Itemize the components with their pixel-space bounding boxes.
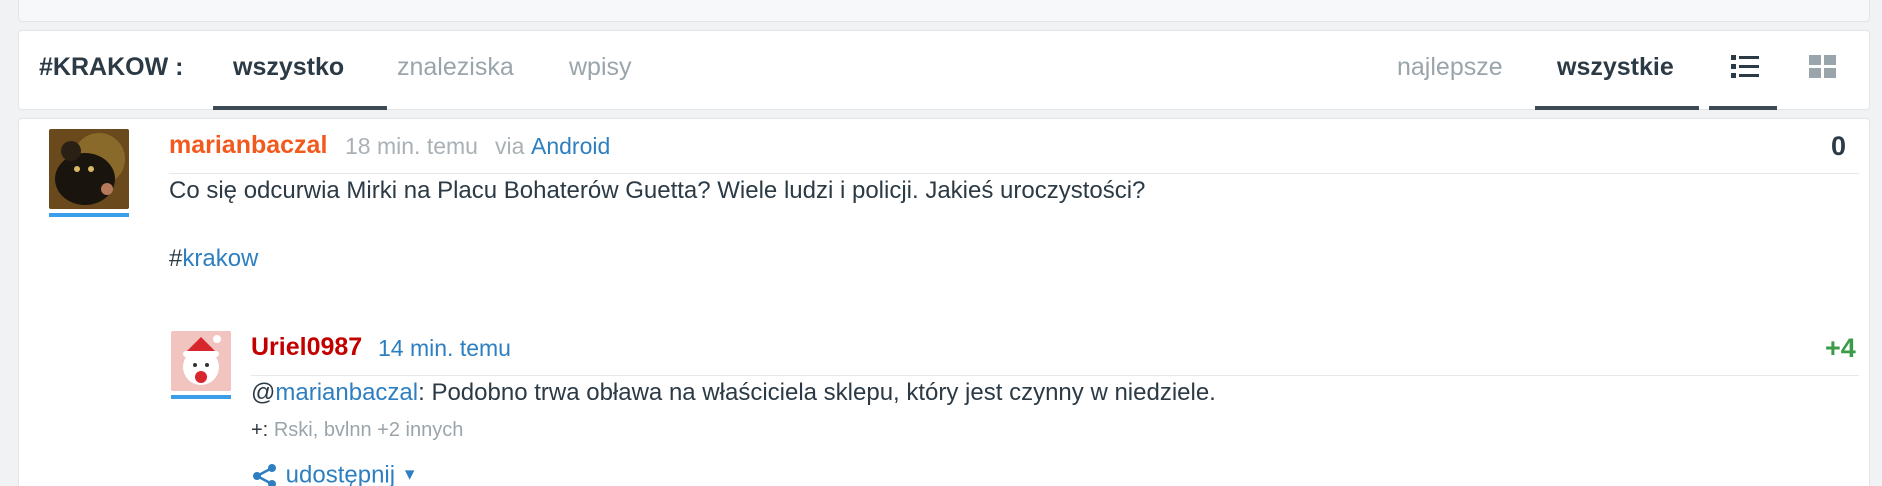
comment-text-row: @marianbaczal: Podobno trwa obława na wł… xyxy=(251,379,1216,407)
voters-row: +: Rski, bvlnn +2 innych xyxy=(251,419,463,442)
comment-avatar[interactable] xyxy=(171,331,231,391)
comment-divider xyxy=(251,375,1859,376)
entry-via-app[interactable]: Android xyxy=(531,133,610,160)
list-view-icon[interactable] xyxy=(1727,49,1763,85)
hashtag-link[interactable]: krakow xyxy=(182,245,258,272)
top-strip xyxy=(18,0,1870,22)
tag-navbar: #KRAKOW : wszystko znaleziska wpisy najl… xyxy=(18,30,1870,110)
voters-list[interactable]: Rski, bvlnn +2 innych xyxy=(274,419,464,441)
entry-score[interactable]: 0 xyxy=(1831,131,1846,162)
sort-active-underline xyxy=(1535,106,1699,110)
tab-wpisy[interactable]: wpisy xyxy=(569,53,632,82)
tab-wszystko[interactable]: wszystko xyxy=(233,53,344,82)
tab-active-underline xyxy=(213,106,387,110)
mention-prefix: @ xyxy=(251,379,276,406)
hashtag-prefix: # xyxy=(169,245,183,272)
avatar[interactable] xyxy=(49,129,129,209)
entry-via-label: via xyxy=(495,133,525,159)
mention-link[interactable]: marianbaczal xyxy=(275,379,418,406)
view-active-underline xyxy=(1709,106,1777,110)
grid-view-icon[interactable] xyxy=(1805,49,1841,85)
tag-title: #KRAKOW : xyxy=(39,53,184,81)
comment-time[interactable]: 14 min. temu xyxy=(378,335,511,362)
avatar-bar xyxy=(49,213,129,217)
voters-prefix: +: xyxy=(251,419,269,441)
entry-text: Co się odcurwia Mirki na Placu Bohaterów… xyxy=(169,177,1146,204)
share-icon xyxy=(253,463,276,486)
share-button[interactable]: udostępnij ▼ xyxy=(251,461,418,486)
sort-wszystkie[interactable]: wszystkie xyxy=(1557,53,1674,82)
sort-najlepsze[interactable]: najlepsze xyxy=(1397,53,1503,82)
entry-author[interactable]: marianbaczal xyxy=(169,131,327,160)
comment-author[interactable]: Uriel0987 xyxy=(251,333,362,362)
share-label: udostępnij xyxy=(285,461,396,486)
comment-avatar-bar xyxy=(171,395,231,399)
entry-time[interactable]: 18 min. temu xyxy=(345,133,478,160)
tab-znaleziska[interactable]: znaleziska xyxy=(397,53,514,82)
entry-card: marianbaczal 18 min. temu via Android 0 … xyxy=(18,118,1870,486)
entry-hashtag-row: #krakow xyxy=(169,245,258,273)
chevron-down-icon: ▼ xyxy=(401,466,418,484)
comment-text: : Podobno trwa obława na właściciela skl… xyxy=(418,379,1216,406)
comment-score[interactable]: +4 xyxy=(1825,333,1856,364)
entry-divider xyxy=(169,173,1859,174)
